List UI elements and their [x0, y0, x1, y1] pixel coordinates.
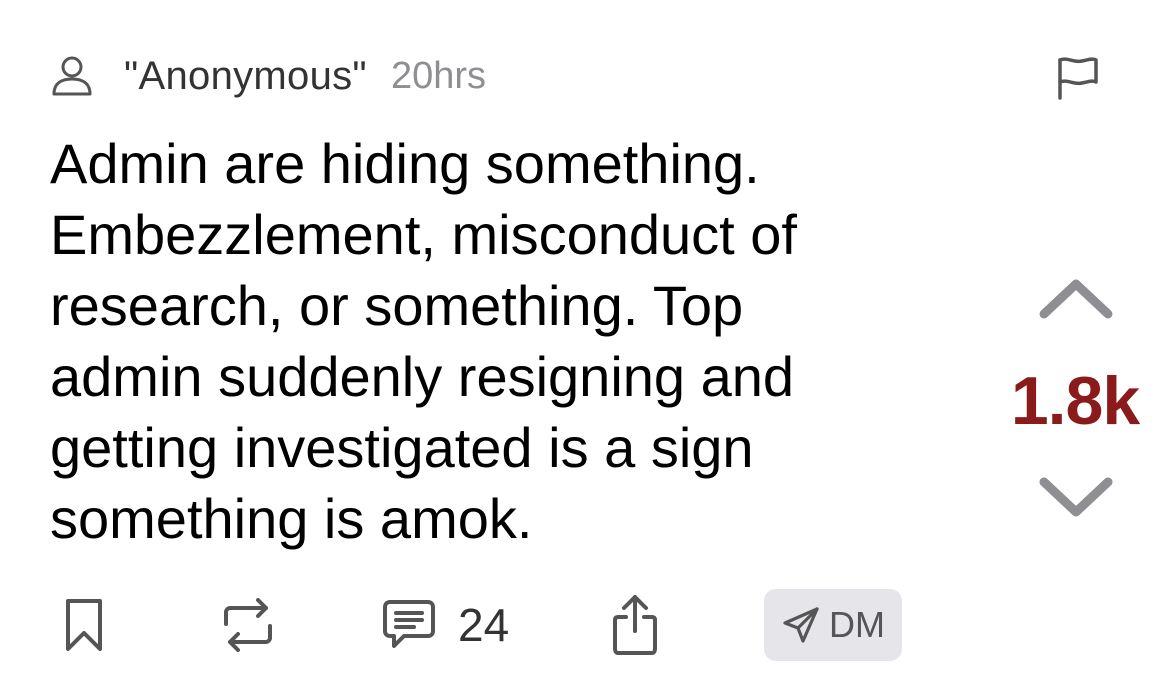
share-icon: [613, 595, 657, 655]
post-header: "Anonymous" 20hrs: [50, 52, 486, 100]
comment-count: 24: [458, 599, 510, 651]
comment-button[interactable]: 24: [382, 585, 509, 665]
flag-icon[interactable]: [1052, 54, 1102, 102]
chevron-up-icon: [1039, 279, 1113, 319]
action-bar: 24 DM: [0, 585, 1170, 665]
author-name[interactable]: "Anonymous": [124, 54, 367, 99]
post-body-line: something is amok.: [50, 487, 533, 550]
downvote-button[interactable]: [1036, 472, 1116, 522]
post-body-line: Embezzlement, misconduct of: [50, 203, 797, 266]
post-body-line: getting investigated is a sign: [50, 416, 754, 479]
user-icon: [50, 54, 94, 98]
dm-label: DM: [829, 604, 885, 645]
repost-button[interactable]: [216, 585, 280, 665]
post-body: Admin are hiding something. Embezzlement…: [50, 128, 930, 554]
send-icon: [783, 607, 819, 643]
vote-widget: 1.8k: [1000, 262, 1150, 542]
post-card: "Anonymous" 20hrs Admin are hiding somet…: [0, 0, 1170, 687]
share-button[interactable]: [610, 585, 660, 665]
upvote-button[interactable]: [1036, 272, 1116, 322]
chevron-down-icon: [1039, 477, 1113, 517]
post-body-line: research, or something. Top: [50, 274, 744, 337]
comment-icon: [383, 600, 435, 648]
dm-button[interactable]: DM: [764, 589, 902, 661]
post-body-line: Admin are hiding something.: [50, 132, 760, 195]
bookmark-icon: [66, 599, 102, 651]
vote-score: 1.8k: [1010, 363, 1140, 439]
bookmark-button[interactable]: [62, 585, 106, 665]
post-timestamp: 20hrs: [390, 54, 486, 97]
repost-icon: [224, 598, 272, 652]
post-body-line: admin suddenly resigning and: [50, 345, 795, 408]
